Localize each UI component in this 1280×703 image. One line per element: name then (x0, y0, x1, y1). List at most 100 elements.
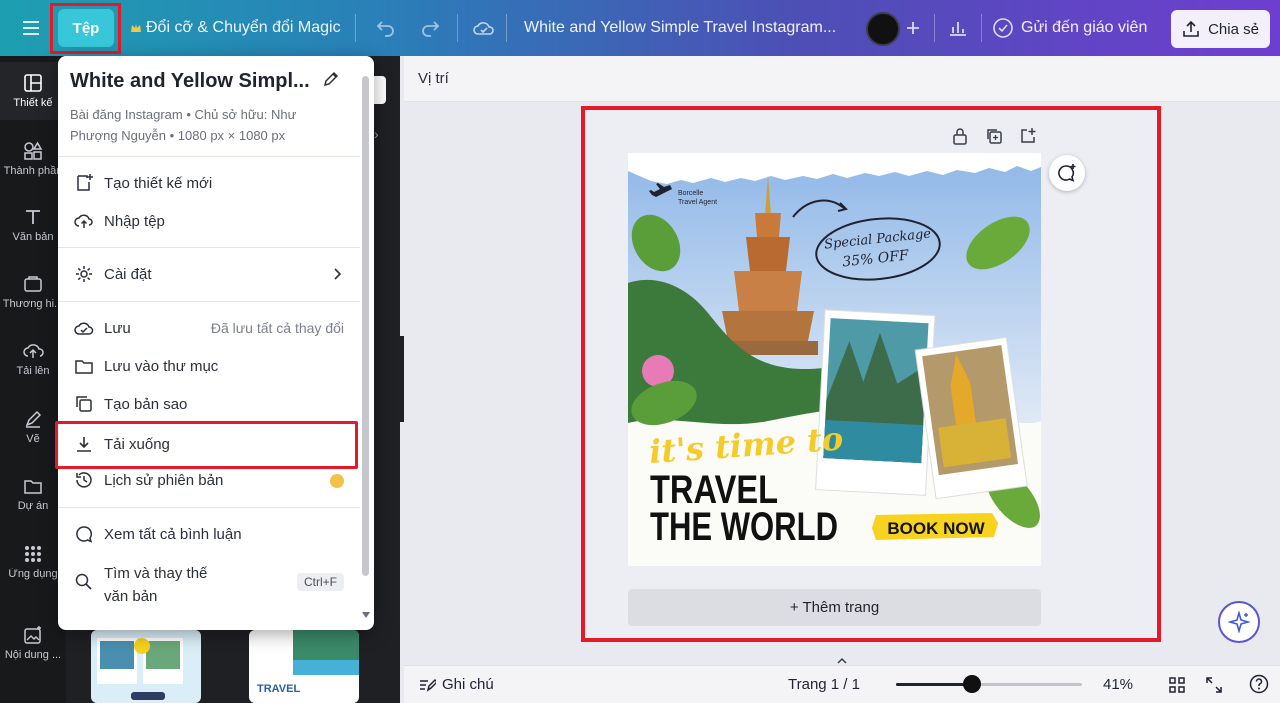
menu-item-view-comments[interactable]: Xem tất cả bình luận (58, 515, 360, 553)
duplicate-page-icon[interactable] (983, 125, 1005, 147)
left-rail: Thiết kế Thành phần Văn bản Thương hi...… (0, 56, 66, 703)
add-page-button[interactable]: + Thêm trang (628, 589, 1041, 626)
add-page-label: + Thêm trang (789, 599, 880, 616)
rail-label: Tải lên (16, 365, 50, 377)
design-title[interactable]: White and Yellow Simple Travel Instagram… (524, 0, 836, 56)
rail-item-elements[interactable]: Thành phần (0, 130, 66, 188)
toolbar-divider (457, 14, 458, 42)
rail-item-uploads[interactable]: Tải lên (0, 330, 66, 388)
menu-divider (58, 247, 360, 248)
zoom-slider-handle[interactable] (963, 675, 981, 693)
notes-button[interactable]: Ghi chú (418, 676, 494, 693)
undo-icon[interactable] (376, 0, 396, 56)
chevron-up-icon (837, 657, 847, 664)
rail-item-projects[interactable]: Dự án (0, 465, 66, 523)
notes-label: Ghi chú (442, 676, 494, 693)
rail-item-apps[interactable]: Ứng dụng (0, 533, 66, 591)
lock-icon[interactable] (949, 125, 971, 147)
sparkle-icon (1228, 611, 1250, 633)
menu-item-label: Tải xuống (104, 436, 170, 453)
edit-title-icon[interactable] (322, 70, 340, 88)
page-indicator[interactable]: Trang 1 / 1 (788, 676, 860, 693)
cloud-check-icon[interactable] (472, 0, 496, 56)
text-icon (26, 210, 40, 224)
rail-label: Văn bản (12, 231, 54, 243)
upload-icon (23, 344, 44, 358)
add-comment-button[interactable] (1049, 155, 1085, 191)
shapes-icon (24, 141, 43, 160)
rail-label: Thương hi... (2, 298, 64, 310)
toolbar-divider (506, 14, 507, 42)
resize-magic-label: Đổi cỡ & Chuyển đổi Magic (146, 19, 341, 36)
insights-chart-icon[interactable] (948, 0, 968, 56)
menu-scrollbar[interactable] (362, 76, 369, 576)
rail-label: Dự án (17, 500, 49, 512)
template-thumbnail[interactable] (91, 630, 201, 703)
rail-item-design[interactable]: Thiết kế (0, 62, 66, 120)
menu-item-download[interactable]: Tải xuống (55, 421, 358, 469)
zoom-slider-fill (896, 683, 972, 686)
grid-view-icon[interactable] (1168, 676, 1186, 694)
share-button[interactable]: Chia sẻ (1171, 10, 1270, 48)
send-to-teacher-button[interactable]: Gửi đến giáo viên (992, 0, 1147, 56)
crown-icon (131, 24, 141, 32)
chevron-right-icon (334, 268, 342, 280)
apps-icon (25, 546, 41, 562)
scroll-down-icon[interactable] (362, 612, 370, 618)
add-collaborator-icon[interactable] (905, 0, 921, 56)
rail-label: Ứng dụng (8, 568, 58, 580)
rail-item-magic-media[interactable]: Nội dung ... (0, 614, 66, 672)
brand-tagline: Travel Agent (678, 199, 717, 206)
comment-add-icon (1058, 164, 1076, 182)
menu-item-label: Lưu (104, 319, 131, 337)
menu-item-label: Nhập tệp (104, 212, 165, 230)
design-meta-line: Phượng Nguyễn • 1080 px × 1080 px (70, 128, 286, 143)
menu-item-settings[interactable]: Cài đặt (58, 255, 360, 293)
menu-item-label: Cài đặt (104, 265, 152, 283)
menu-item-save-to-folder[interactable]: Lưu vào thư mục (58, 347, 360, 385)
rail-item-text[interactable]: Văn bản (0, 196, 66, 254)
layout-icon (24, 74, 42, 92)
avatar[interactable] (866, 12, 900, 46)
menu-item-save[interactable]: Lưu Đã lưu tất cả thay đổi (58, 309, 360, 347)
magic-media-icon (24, 626, 41, 644)
context-toolbar: Vị trí (404, 56, 1280, 102)
rail-label: Thành phần (3, 165, 63, 177)
import-icon (74, 214, 93, 228)
toolbar-divider (981, 14, 982, 42)
brand-icon (24, 276, 42, 292)
add-page-icon[interactable] (1017, 125, 1039, 147)
fullscreen-icon[interactable] (1205, 676, 1223, 694)
add-design-icon (77, 174, 93, 191)
menu-item-label: Tìm và thay thế văn bản (104, 562, 207, 608)
menu-item-duplicate[interactable]: Tạo bản sao (58, 385, 360, 423)
menu-item-label: Lịch sử phiên bản (104, 471, 224, 489)
help-icon[interactable] (1249, 674, 1269, 694)
position-button[interactable]: Vị trí (418, 70, 449, 87)
design-meta: Bài đăng Instagram • Chủ sở hữu: Như Phư… (70, 104, 316, 146)
redo-icon[interactable] (420, 0, 440, 56)
template-thumbnail[interactable]: TRAVEL (249, 630, 359, 703)
menu-item-new-design[interactable]: Tạo thiết kế mới (58, 164, 360, 202)
file-menu: White and Yellow Simpl... Bài đăng Insta… (58, 56, 374, 630)
menu-item-import[interactable]: Nhập tệp (58, 202, 360, 240)
panel-chevron-right-icon[interactable]: › (374, 126, 379, 142)
share-label: Chia sẻ (1208, 20, 1259, 38)
menu-divider (58, 156, 360, 157)
menu-item-label: Tạo bản sao (104, 395, 188, 413)
menu-divider (58, 507, 360, 508)
hamburger-icon[interactable] (22, 0, 40, 56)
find-replace-line-1: Tìm và thay thế (104, 565, 208, 582)
download-icon (77, 437, 91, 452)
menu-design-title[interactable]: White and Yellow Simpl... (70, 70, 320, 93)
magic-assistant-button[interactable] (1218, 601, 1260, 643)
resize-magic-button[interactable]: Đổi cỡ & Chuyển đổi Magic (130, 0, 341, 56)
zoom-value[interactable]: 41% (1103, 676, 1133, 693)
shortcut-badge: Ctrl+F (297, 573, 344, 591)
menu-item-find-replace[interactable]: Tìm và thay thế văn bản Ctrl+F (58, 558, 360, 608)
rail-item-brand[interactable]: Thương hi... (0, 263, 66, 321)
rail-label: Nội dung ... (4, 649, 62, 661)
notes-icon (420, 678, 436, 692)
design-canvas[interactable]: Borcelle Travel Agent Special Package 35… (628, 153, 1041, 566)
save-status: Đã lưu tất cả thay đổi (210, 320, 344, 336)
